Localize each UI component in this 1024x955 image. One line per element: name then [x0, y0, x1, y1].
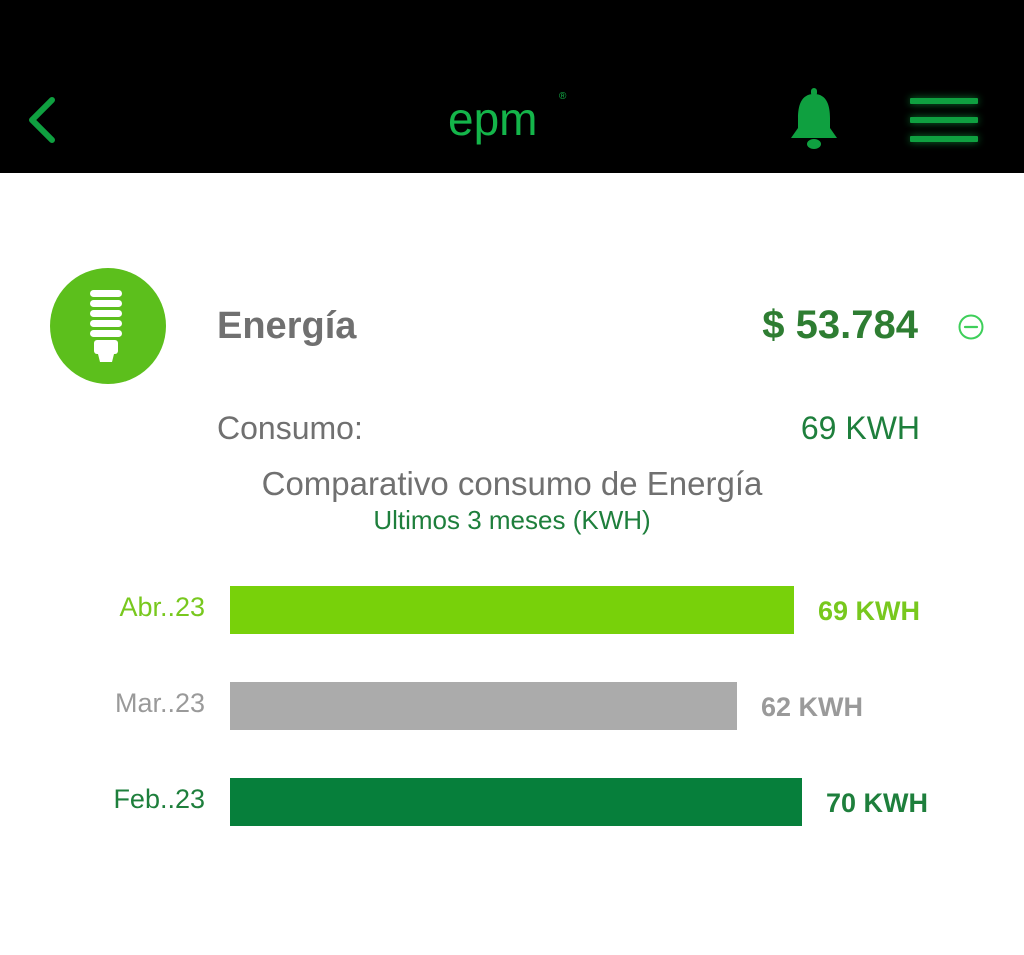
- service-title: Energía: [217, 305, 357, 347]
- consumo-label: Consumo:: [217, 410, 363, 446]
- bar-category-label: Feb..23: [113, 784, 205, 814]
- bar: [230, 586, 794, 634]
- bar: [230, 778, 802, 826]
- minus-circle-icon[interactable]: [957, 313, 985, 341]
- chevron-left-icon[interactable]: [20, 90, 70, 150]
- bar-value-label: 62 KWH: [761, 692, 864, 722]
- logo-text: epm: [448, 93, 537, 145]
- hamburger-menu-icon[interactable]: [910, 98, 978, 144]
- lightbulb-icon: [50, 268, 166, 384]
- bar: [230, 682, 737, 730]
- bell-icon[interactable]: [786, 86, 842, 152]
- comparison-title: Comparativo consumo de Energía: [261, 465, 763, 502]
- menu-line: [910, 117, 978, 123]
- menu-line: [910, 136, 978, 142]
- menu-line: [910, 98, 978, 104]
- amount-due: $ 53.784: [762, 303, 918, 347]
- registered-mark: ®: [559, 91, 567, 102]
- comparison-subtitle: Ultimos 3 meses (KWH): [373, 505, 651, 535]
- top-app-bar: epm ®: [0, 0, 1024, 173]
- consumo-value: 69 KWH: [800, 410, 920, 446]
- bar-category-label: Mar..23: [114, 688, 205, 718]
- epm-logo: epm ®: [440, 85, 580, 155]
- bar-value-label: 70 KWH: [826, 788, 929, 818]
- bar-category-label: Abr..23: [119, 592, 205, 622]
- bar-value-label: 69 KWH: [818, 596, 921, 626]
